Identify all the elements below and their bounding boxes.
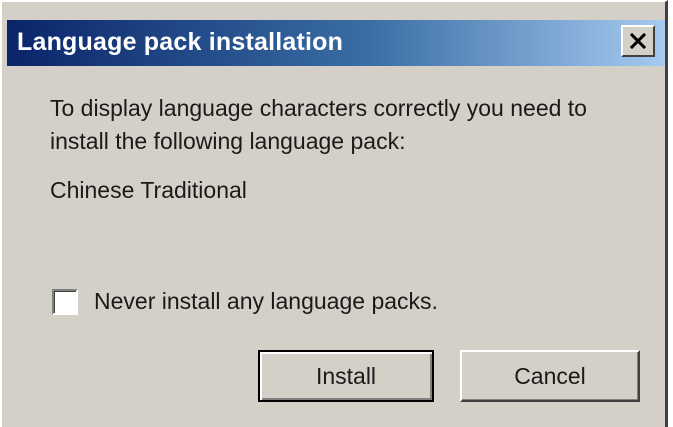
language-pack-dialog: Language pack installation To display la… bbox=[0, 0, 668, 427]
language-pack-name: Chinese Traditional bbox=[50, 177, 247, 203]
dialog-title: Language pack installation bbox=[17, 28, 344, 56]
never-install-checkbox[interactable] bbox=[52, 288, 78, 315]
never-install-label[interactable]: Never install any language packs. bbox=[94, 288, 438, 315]
install-button[interactable]: Install bbox=[258, 350, 434, 402]
cancel-button[interactable]: Cancel bbox=[460, 350, 640, 402]
close-x-icon bbox=[630, 33, 646, 49]
never-install-option[interactable]: Never install any language packs. bbox=[52, 288, 438, 315]
title-bar[interactable]: Language pack installation bbox=[7, 20, 665, 66]
install-message: To display language characters correctly… bbox=[50, 95, 587, 154]
close-button[interactable] bbox=[621, 25, 655, 57]
